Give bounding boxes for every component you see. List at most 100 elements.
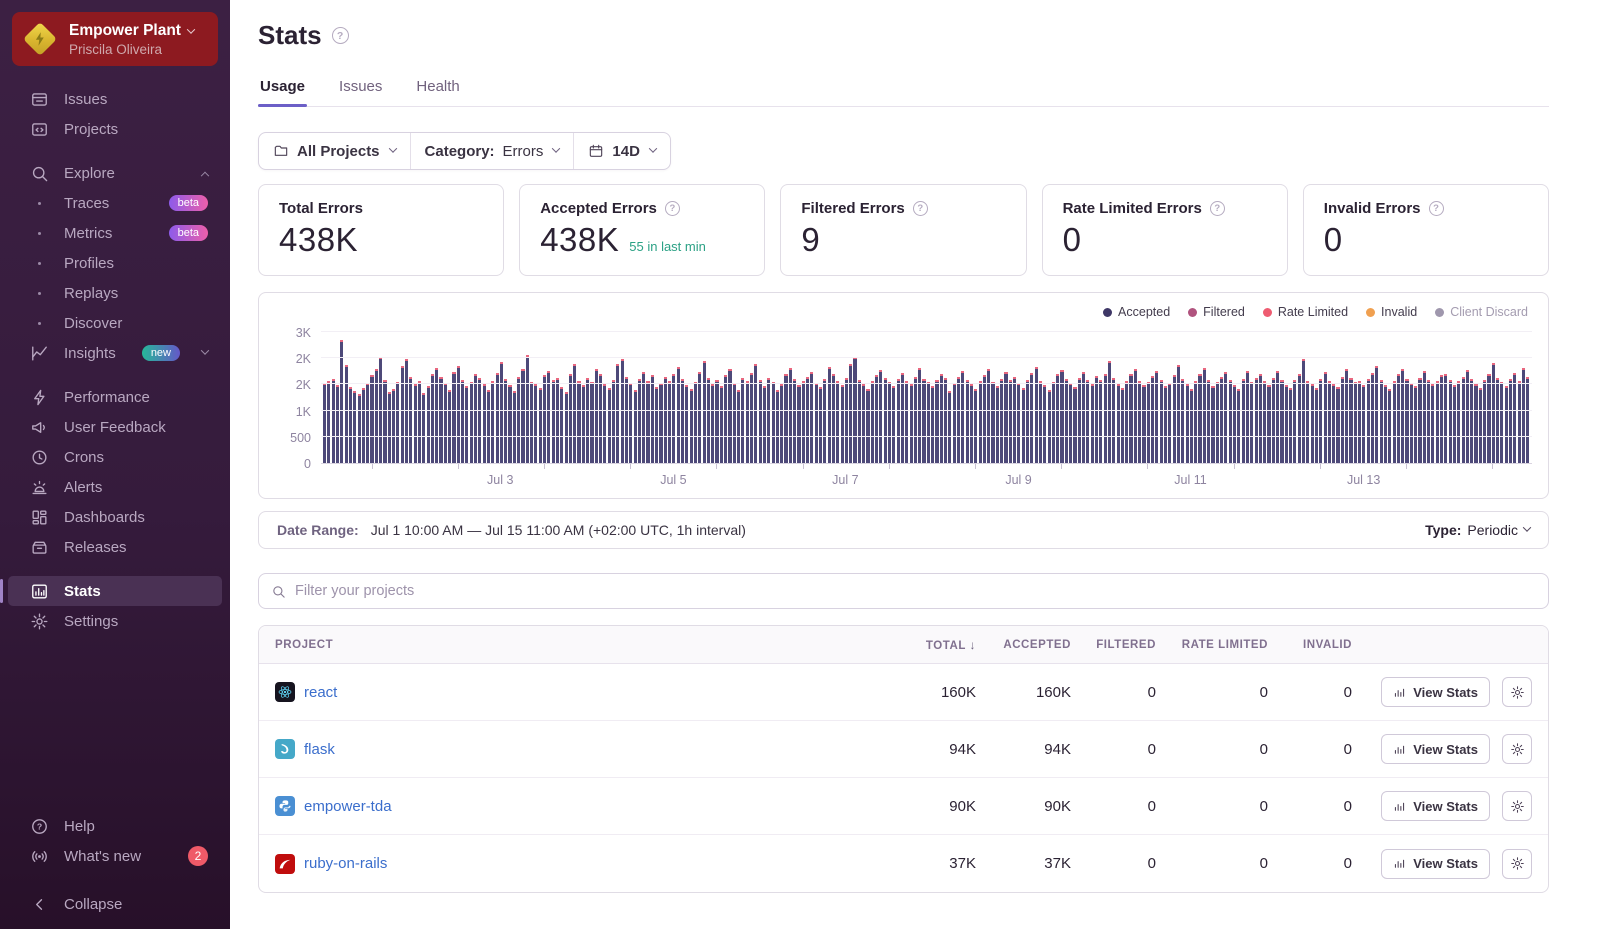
date-range-dropdown[interactable]: 14D [573,133,670,169]
chart-bar[interactable] [1280,380,1283,463]
chart-bar[interactable] [1496,378,1499,463]
chart-bar[interactable] [1453,385,1456,463]
chart-bar[interactable] [810,372,813,463]
chart-bar[interactable] [638,379,641,463]
chart-bar[interactable] [703,361,706,463]
chart-bar[interactable] [1017,383,1020,463]
type-dropdown[interactable]: Type: Periodic [1425,522,1530,538]
chart-bar[interactable] [366,383,369,463]
view-stats-button[interactable]: View Stats [1381,734,1490,764]
sidebar-item-alerts[interactable]: Alerts [8,472,222,502]
chart-bar[interactable] [685,385,688,463]
chart-bar[interactable] [435,368,438,463]
column-header-total[interactable]: TOTAL ↓ [873,638,978,652]
chart-bar[interactable] [565,392,568,463]
chart-bar[interactable] [750,373,753,463]
chart-bar[interactable] [935,380,938,463]
chart-bar[interactable] [1470,379,1473,463]
chart-bar[interactable] [1362,385,1365,463]
chart-bar[interactable] [1414,386,1417,463]
chart-bar[interactable] [966,380,969,463]
chart-bar[interactable] [845,378,848,463]
chart-bar[interactable] [741,378,744,463]
chart-bar[interactable] [1173,375,1176,463]
chart-bar[interactable] [1479,388,1482,463]
chart-bar[interactable] [1194,381,1197,463]
chart-bar[interactable] [1095,376,1098,463]
chart-bar[interactable] [1263,381,1266,463]
chart-bar[interactable] [1177,365,1180,463]
chart-bar[interactable] [733,383,736,463]
chart-bar[interactable] [1073,387,1076,463]
chart-bar[interactable] [444,383,447,463]
chart-bar[interactable] [776,390,779,463]
chart-bar[interactable] [345,365,348,463]
chart-bar[interactable] [1341,377,1344,463]
chart-bar[interactable] [504,379,507,463]
chart-bar[interactable] [983,375,986,463]
chart-bar[interactable] [422,393,425,463]
chart-bar[interactable] [1121,388,1124,463]
chart-bar[interactable] [651,375,654,463]
column-header-invalid[interactable]: INVALID [1270,639,1354,651]
sidebar-item-profiles[interactable]: Profiles [8,248,222,278]
legend-item-rate-limited[interactable]: Rate Limited [1263,305,1348,319]
chart-bar[interactable] [569,374,572,463]
chart-bar[interactable] [1039,381,1042,463]
chart-bar[interactable] [1289,388,1292,463]
chart-bar[interactable] [1181,379,1184,463]
chart-bar[interactable] [448,390,451,463]
chart-bar[interactable] [1216,382,1219,463]
chart-bar[interactable] [711,384,714,463]
chart-bar[interactable] [1186,384,1189,463]
chart-bar[interactable] [806,377,809,463]
chart-bar[interactable] [1160,380,1163,463]
sidebar-item-projects[interactable]: Projects [8,114,222,144]
chart-bar[interactable] [582,385,585,463]
project-search-input[interactable] [295,583,1536,599]
chart-bar[interactable] [1371,373,1374,463]
chart-bar[interactable] [1405,379,1408,463]
tab-usage[interactable]: Usage [258,78,307,106]
chart-bar[interactable] [836,381,839,463]
legend-item-filtered[interactable]: Filtered [1188,305,1245,319]
chart-bar[interactable] [603,384,606,463]
card-help-icon[interactable]: ? [1429,201,1444,216]
chart-bar[interactable] [474,374,477,463]
chart-bar[interactable] [431,374,434,463]
chart-bar[interactable] [931,386,934,463]
chart-bar[interactable] [884,378,887,463]
chart-bar[interactable] [1004,372,1007,463]
chart-bar[interactable] [1276,371,1279,463]
chart-bar[interactable] [1030,373,1033,463]
chart-bar[interactable] [927,382,930,463]
sidebar-item-replays[interactable]: Replays [8,278,222,308]
chart-bar[interactable] [979,381,982,463]
org-switcher[interactable]: Empower Plant Priscila Oliveira [12,12,218,66]
chart-bar[interactable] [970,384,973,463]
chart-bar[interactable] [1052,382,1055,463]
chart-bar[interactable] [694,382,697,463]
chart-bar[interactable] [1104,374,1107,463]
chart-bar[interactable] [1272,378,1275,463]
chart-bar[interactable] [388,392,391,463]
chart-bar[interactable] [1117,384,1120,463]
chart-bar[interactable] [724,375,727,463]
chart-bar[interactable] [1048,390,1051,463]
chart-bar[interactable] [500,362,503,463]
chart-bar[interactable] [793,379,796,463]
chart-bar[interactable] [556,378,559,463]
chart-bar[interactable] [862,384,865,463]
chart-bar[interactable] [646,381,649,463]
chart-bar[interactable] [1367,379,1370,463]
chart-bar[interactable] [871,381,874,463]
chart-bar[interactable] [1462,377,1465,463]
chart-bar[interactable] [491,381,494,463]
chart-bar[interactable] [659,383,662,463]
chart-bar[interactable] [543,375,546,463]
chart-bar[interactable] [1431,384,1434,463]
chart-bar[interactable] [672,374,675,463]
chart-bar[interactable] [1522,368,1525,463]
chart-bar[interactable] [362,388,365,463]
chart-bar[interactable] [754,364,757,463]
